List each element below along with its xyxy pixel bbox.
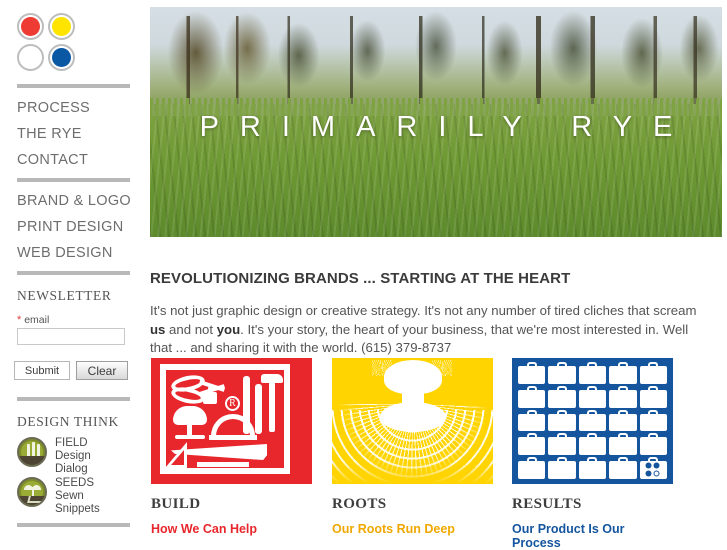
card-link-roots[interactable]: Our Roots Run Deep	[332, 522, 493, 536]
lead-paragraph: It's not just graphic design or creative…	[150, 302, 708, 358]
lead-body-bold-us: us	[150, 321, 166, 337]
nav-item-web-design[interactable]: WEB DESIGN	[17, 245, 131, 262]
design-think-subtitle-field: Design Dialog	[55, 450, 91, 475]
primary-nav: PROCESS THE RYE CONTACT	[17, 100, 90, 178]
divider-2	[17, 178, 130, 182]
newsletter-clear-button[interactable]: Clear	[76, 361, 128, 380]
nav-link-contact[interactable]: CONTACT	[17, 152, 90, 169]
yellow-dot-icon	[48, 13, 75, 40]
divider-1	[17, 84, 130, 88]
card-title-build: BUILD	[151, 496, 201, 512]
nav-item-brand-and-logo[interactable]: BRAND & LOGO	[17, 193, 131, 210]
card-title-results: RESULTS	[512, 496, 582, 512]
newsletter-submit-button[interactable]: Submit	[14, 361, 70, 380]
tree-roots-icon[interactable]	[332, 358, 493, 484]
lead-body-part-2: and not	[165, 321, 217, 337]
divider-4	[17, 397, 130, 401]
nav-item-process[interactable]: PROCESS	[17, 100, 90, 117]
blue-dot-icon	[48, 44, 75, 71]
white-dot-icon	[17, 44, 44, 71]
nav-item-the-rye[interactable]: THE RYE	[17, 126, 90, 143]
newsletter-email-input[interactable]	[17, 328, 125, 345]
hero-banner[interactable]: PRIMARILY RYE	[150, 7, 722, 237]
nav-link-the-rye[interactable]: THE RYE	[17, 126, 90, 143]
main-content: PRIMARILY RYE REVOLUTIONIZING BRANDS ...…	[150, 0, 727, 550]
nav-link-brand-and-logo[interactable]: BRAND & LOGO	[17, 193, 131, 210]
lead-heading: REVOLUTIONIZING BRANDS ... STARTING AT T…	[150, 270, 571, 287]
logo-briefcase	[639, 457, 667, 479]
primarily-rye-logo[interactable]	[17, 13, 79, 73]
design-think-text-seeds: SEEDS Sewn Snippets	[55, 477, 100, 516]
feature-card-results: RESULTS Our Product Is Our Process	[512, 358, 673, 550]
newsletter-heading: NEWSLETTER	[17, 288, 112, 303]
feature-cards: R BUILD How We Can Help ROOTS Our Roots …	[150, 358, 727, 550]
lead-body-part-1: It's not just graphic design or creative…	[150, 303, 697, 319]
divider-5	[17, 523, 130, 527]
design-think-subtitle-seeds: Sewn Snippets	[55, 490, 100, 515]
design-think-title-field: FIELD	[55, 437, 88, 449]
feature-card-build: R BUILD How We Can Help	[151, 358, 312, 536]
card-link-build[interactable]: How We Can Help	[151, 522, 312, 536]
design-think-title-seeds: SEEDS	[55, 477, 94, 489]
card-link-results[interactable]: Our Product Is Our Process	[512, 522, 673, 550]
field-badge-icon	[17, 437, 47, 467]
nav-item-print-design[interactable]: PRINT DESIGN	[17, 219, 131, 236]
lead-body-bold-you: you	[216, 321, 241, 337]
email-label-text: email	[24, 314, 50, 326]
hero-title: PRIMARILY RYE	[199, 111, 694, 143]
secondary-nav: BRAND & LOGO PRINT DESIGN WEB DESIGN	[17, 193, 131, 271]
briefcase-grid-icon[interactable]	[512, 358, 673, 484]
page-root: PROCESS THE RYE CONTACT BRAND & LOGO PRI…	[0, 0, 727, 550]
card-title-roots: ROOTS	[332, 496, 387, 512]
divider-3	[17, 271, 130, 275]
nav-item-contact[interactable]: CONTACT	[17, 152, 90, 169]
nav-link-web-design[interactable]: WEB DESIGN	[17, 245, 131, 262]
red-dot-icon	[17, 13, 44, 40]
email-field-label: * email	[17, 314, 49, 326]
required-asterisk: *	[17, 314, 22, 326]
nav-link-print-design[interactable]: PRINT DESIGN	[17, 219, 131, 236]
design-think-text-field: FIELD Design Dialog	[55, 437, 91, 476]
seeds-badge-icon	[17, 477, 47, 507]
feature-card-roots: ROOTS Our Roots Run Deep	[332, 358, 493, 536]
design-think-heading: DESIGN THINK	[17, 414, 119, 429]
tools-collage-icon[interactable]: R	[151, 358, 312, 484]
nav-link-process[interactable]: PROCESS	[17, 100, 90, 117]
sidebar: PROCESS THE RYE CONTACT BRAND & LOGO PRI…	[0, 0, 145, 545]
